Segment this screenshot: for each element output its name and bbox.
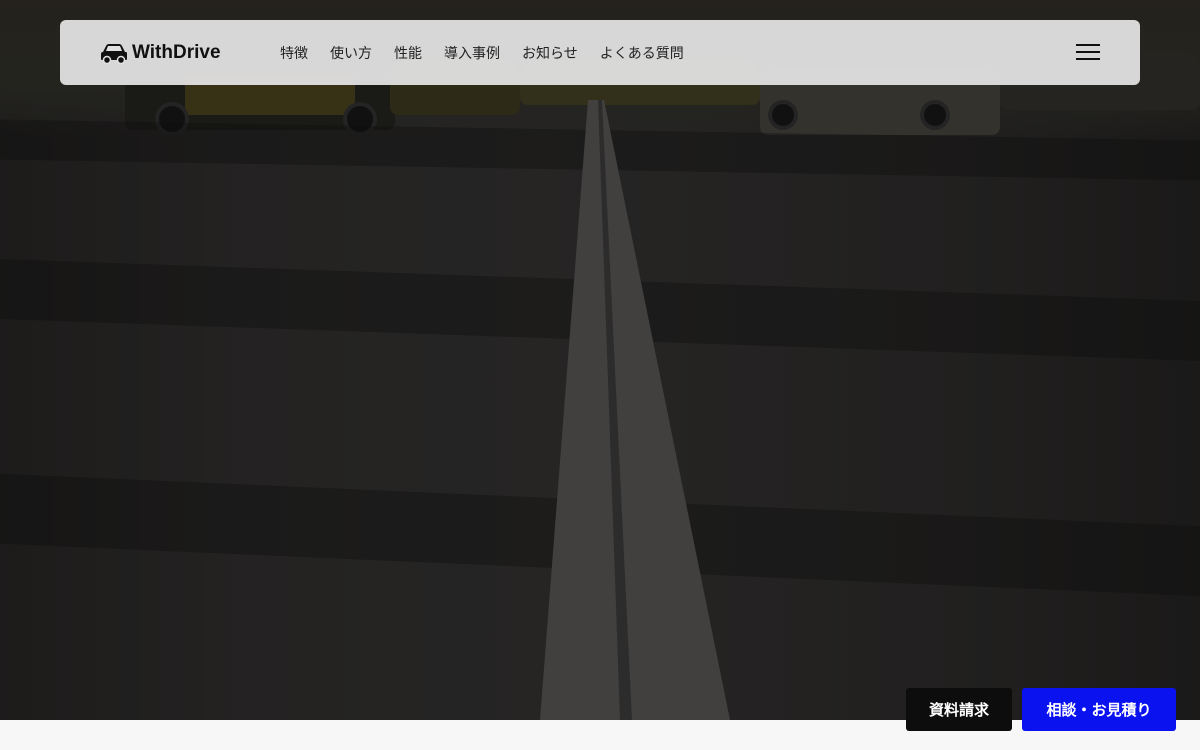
request-documents-button[interactable]: 資料請求 — [906, 688, 1012, 731]
brand-logo[interactable]: WithDrive — [100, 40, 221, 66]
car-icon — [101, 44, 127, 64]
page-bottom — [0, 720, 1200, 750]
nav-item-usage[interactable]: 使い方 — [330, 43, 372, 63]
brand-name: WithDrive — [132, 42, 221, 63]
nav-item-case-studies[interactable]: 導入事例 — [444, 43, 500, 63]
nav-item-features[interactable]: 特徴 — [280, 43, 308, 63]
consult-quote-button[interactable]: 相談・お見積り — [1022, 688, 1176, 731]
navbar: WithDrive 特徴 使い方 性能 導入事例 お知らせ よくある質問 — [60, 20, 1140, 85]
hamburger-menu-icon[interactable] — [1076, 42, 1100, 62]
nav-item-news[interactable]: お知らせ — [522, 43, 578, 63]
hero-background — [0, 0, 1200, 720]
hero-overlay — [0, 0, 1200, 720]
nav-links: 特徴 使い方 性能 導入事例 お知らせ よくある質問 — [280, 20, 684, 85]
nav-item-faq[interactable]: よくある質問 — [600, 43, 684, 63]
nav-item-performance[interactable]: 性能 — [394, 43, 422, 63]
